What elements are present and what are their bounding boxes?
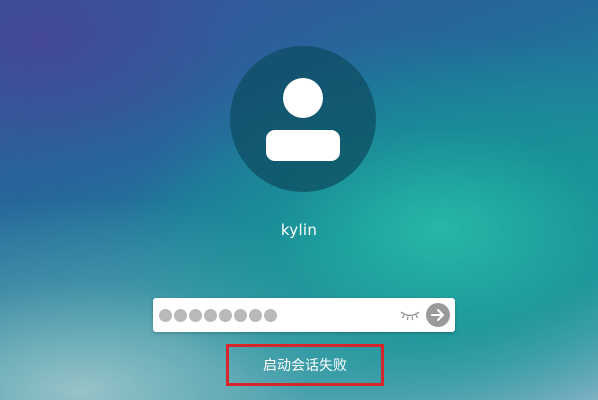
session-error-message: 启动会话失败 [263, 358, 347, 374]
user-avatar-icon [266, 78, 340, 161]
login-screen: kylin 启动会话失败 [0, 0, 598, 400]
eye-closed-icon[interactable] [400, 308, 420, 322]
password-dot [219, 309, 232, 322]
password-dot [174, 309, 187, 322]
error-highlight-box: 启动会话失败 [226, 344, 384, 386]
password-mask [159, 307, 277, 323]
password-dot [249, 309, 262, 322]
password-dot [204, 309, 217, 322]
login-submit-button[interactable] [426, 303, 450, 327]
username-label: kylin [280, 221, 318, 239]
password-dot [234, 309, 247, 322]
user-avatar [230, 46, 376, 192]
password-dot [159, 309, 172, 322]
password-dot [189, 309, 202, 322]
password-dot [264, 309, 277, 322]
arrow-right-icon [431, 309, 444, 321]
password-field[interactable] [153, 298, 455, 332]
